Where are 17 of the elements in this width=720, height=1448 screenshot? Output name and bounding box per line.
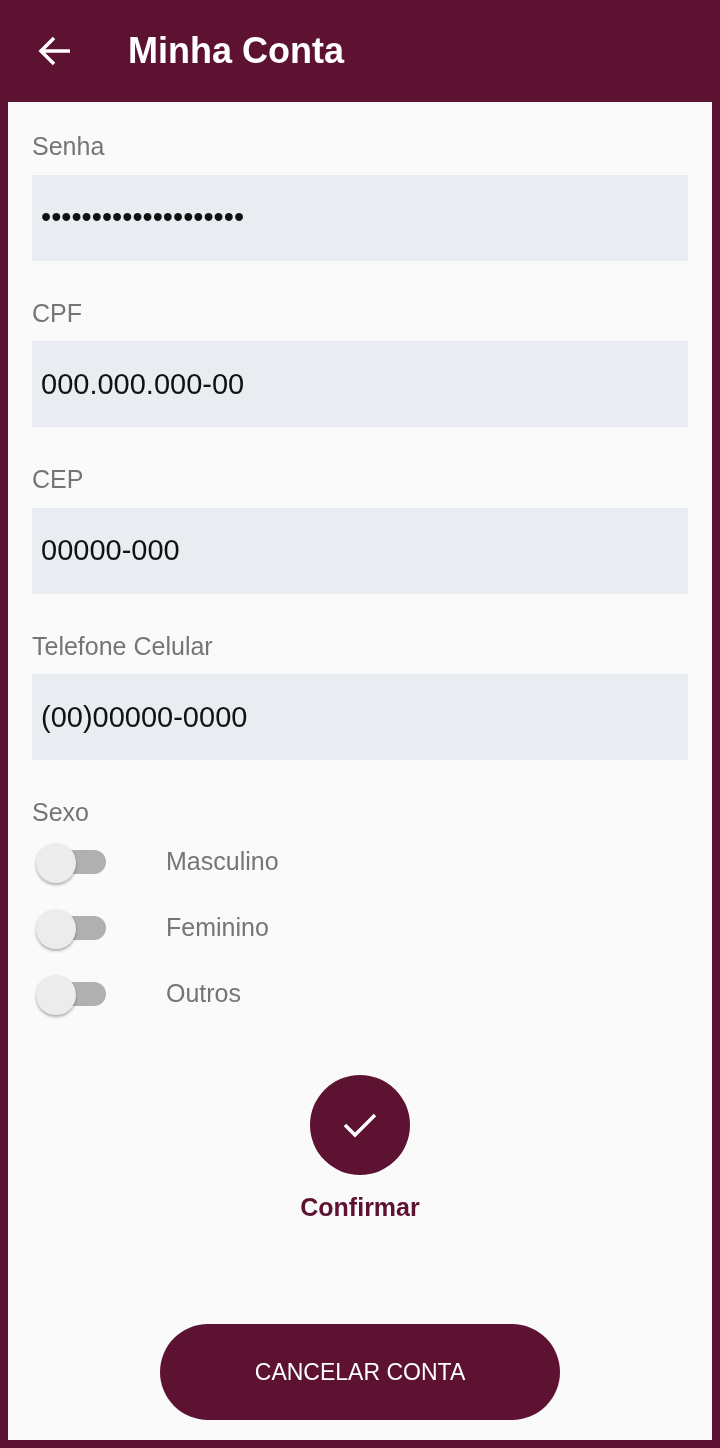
back-arrow-icon[interactable] [38, 36, 72, 66]
cancel-account-button[interactable]: CANCELAR CONTA [160, 1324, 560, 1420]
confirm-label: Confirmar [299, 1191, 421, 1223]
check-icon [343, 1111, 377, 1138]
option-label: Feminino [166, 911, 269, 943]
input-field[interactable]: (00)00000-0000 [32, 674, 688, 760]
section-label: Sexo [32, 797, 90, 828]
option-label: Masculino [166, 845, 279, 877]
input-field[interactable]: •••••••••••••••••••• [32, 174, 688, 261]
screen-title: Minha Conta [128, 29, 344, 73]
field-label: Senha [32, 131, 106, 162]
field-label: Telefone Celular [32, 630, 214, 662]
field-label: CEP [32, 464, 85, 495]
option-label: Outros [166, 977, 242, 1009]
field-label: CPF [32, 297, 83, 329]
input-field[interactable]: 00000-000 [32, 507, 688, 594]
input-field[interactable]: 000.000.000-00 [32, 341, 688, 427]
